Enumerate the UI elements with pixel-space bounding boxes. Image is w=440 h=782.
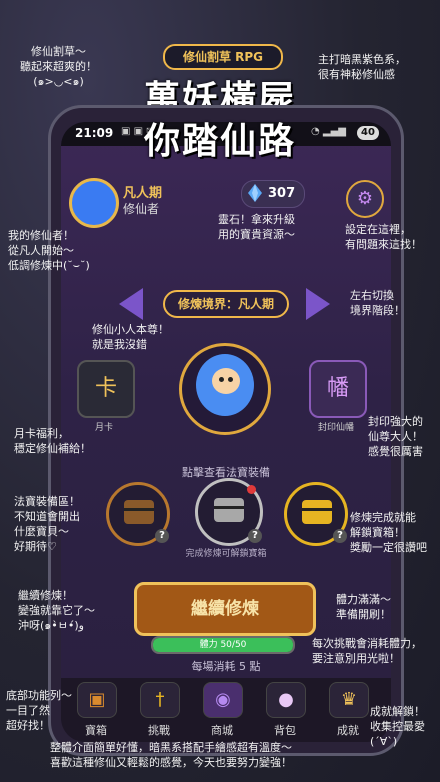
monthly-card-button[interactable]: 卡: [77, 360, 135, 418]
stamina-text: 體力 50/50: [199, 640, 247, 650]
player-role: 修仙者: [123, 202, 160, 216]
annotation-nav-left: 底部功能列～ 一目了然 超好找！: [6, 689, 72, 732]
annotation-gems: 靈石！拿來升級 用的寶貴資源～: [218, 213, 295, 241]
monthly-card-glyph: 卡: [94, 376, 117, 401]
annotation-achievement: 成就解鎖！ 收集控最愛(´∀`): [370, 705, 425, 748]
equipment-slot-1[interactable]: ?: [106, 482, 170, 546]
notification-dot: [247, 485, 256, 494]
annotation-player: 我的修仙者！ 從凡人開始～ 低調修煉中(˘⌣˘): [8, 229, 90, 272]
bottom-nav: ▣ 寶箱 † 挑戰 ◉ 商城 ● 背包 ♛ 成就: [61, 678, 391, 742]
annotation-bottom: 整體介面簡單好懂，暗黑系搭配手繪感超有溫度～ 喜歡這種修仙又輕鬆的感覺，今天也要…: [50, 741, 292, 769]
silver-chest-icon: [214, 498, 244, 522]
annotation-cultivate: 繼續修煉！ 變強就靠它了～ 沖呀(๑•̀ㅂ•́)و: [18, 589, 95, 632]
slot-2-badge: ?: [248, 529, 262, 543]
player-rank: 凡人期: [123, 186, 163, 201]
annotation-banner: 封印強大的 仙尊大人！ 感覺很厲害: [368, 415, 423, 458]
nav-item-challenge[interactable]: † 挑戰: [134, 682, 184, 738]
sealed-banner-button[interactable]: 幡: [309, 360, 367, 418]
annotation-chests: 修煉完成就能 解鎖寶箱！ 獎勵一定很讚吧: [350, 511, 427, 554]
realm-prev-button[interactable]: [119, 288, 143, 320]
realm-next-button[interactable]: [306, 288, 330, 320]
annotation-stamina: 體力滿滿～ 準備開刷！: [336, 593, 391, 621]
nav-label-shop: 商城: [211, 724, 233, 737]
nav-label-bag: 背包: [274, 724, 296, 737]
equipment-slot-3[interactable]: ?: [284, 482, 348, 546]
slot-3-badge: ?: [333, 529, 347, 543]
sword-icon: †: [140, 682, 180, 718]
nav-label-treasure: 寶箱: [85, 724, 107, 737]
annotation-top-right: 主打暗黑紫色系， 很有神秘修仙感: [318, 53, 406, 81]
equipment-slot-2[interactable]: ?: [195, 478, 263, 546]
shop-book-icon: ◉: [203, 682, 243, 718]
nav-label-achievement: 成就: [337, 724, 359, 737]
annotation-cost: 每次挑戰會消耗體力， 要注意別用光啦！: [312, 637, 422, 665]
nav-label-challenge: 挑戰: [148, 724, 170, 737]
trophy-icon: ♛: [329, 682, 369, 718]
nav-item-shop[interactable]: ◉ 商城: [197, 682, 247, 738]
hero-hood: [196, 354, 254, 416]
annotation-equipment: 法寶裝備區！ 不知道會開出 什麼寶貝～ 好期待♡: [14, 495, 80, 553]
player-avatar[interactable]: [69, 178, 119, 228]
nav-item-treasure[interactable]: ▣ 寶箱: [71, 682, 121, 738]
realm-selector: 修煉境界：凡人期: [61, 282, 391, 322]
gem-icon: [248, 184, 262, 202]
annotation-monthly: 月卡福利， 穩定修仙補給！: [14, 427, 91, 455]
unlock-hint: 完成修煉可解鎖寶箱: [185, 549, 267, 559]
hero-face-icon: [212, 368, 240, 394]
nav-item-bag[interactable]: ● 背包: [260, 682, 310, 738]
title-line-2: 你踏仙路: [143, 121, 296, 162]
genre-tag: 修仙割草 RPG: [163, 44, 283, 70]
realm-label: 修煉境界：凡人期: [163, 290, 289, 318]
sealed-banner-glyph: 幡: [326, 376, 349, 401]
annotation-top-left: 修仙割草～ 聽起來超爽的！ (๑>◡<๑): [20, 45, 97, 88]
annotation-settings: 設定在這裡， 有問題來這找！: [345, 223, 422, 251]
settings-button[interactable]: ⚙: [346, 180, 384, 218]
gear-icon: ⚙: [356, 188, 374, 209]
annotation-hero: 修仙小人本尊！ 就是我沒錯: [92, 323, 169, 351]
bag-icon: ●: [266, 682, 306, 718]
gem-value: 307: [268, 186, 296, 201]
hero-portrait[interactable]: [179, 343, 271, 435]
nav-item-achievement[interactable]: ♛ 成就: [323, 682, 373, 738]
sealed-banner-caption: 封印仙幡: [317, 423, 354, 433]
gem-counter: 307: [241, 180, 305, 208]
stamina-bar: 體力 50/50: [151, 636, 295, 654]
treasure-chest-icon: [124, 500, 154, 524]
treasure-chest-icon: ▣: [77, 682, 117, 718]
continue-cultivate-button[interactable]: 繼續修煉: [134, 582, 316, 636]
annotation-realm: 左右切換 境界階段！: [350, 289, 405, 317]
slot-1-badge: ?: [155, 529, 169, 543]
gold-chest-icon: [302, 500, 332, 524]
